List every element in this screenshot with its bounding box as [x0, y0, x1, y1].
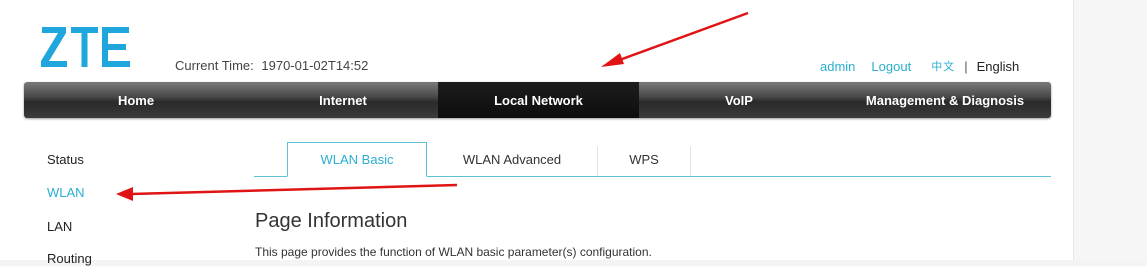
main-nav: Home Internet Local Network VoIP Managem…: [24, 82, 1051, 118]
sidebar-item-status[interactable]: Status: [47, 152, 84, 167]
logout-link[interactable]: Logout: [871, 59, 911, 74]
nav-local-network[interactable]: Local Network: [438, 82, 639, 118]
page-description: This page provides the function of WLAN …: [255, 245, 652, 259]
top-links: admin Logout 中文 | English: [820, 58, 1019, 74]
tab-wlan-advanced[interactable]: WLAN Advanced: [427, 142, 597, 177]
admin-user-link[interactable]: admin: [820, 59, 855, 74]
language-separator: |: [964, 58, 968, 74]
zte-logo: [40, 24, 132, 75]
language-english-link[interactable]: English: [977, 59, 1020, 74]
right-gutter: [1073, 0, 1147, 260]
nav-internet[interactable]: Internet: [248, 82, 438, 118]
language-chinese-link[interactable]: 中文: [931, 58, 955, 74]
sidebar-item-routing[interactable]: Routing: [47, 251, 92, 266]
current-time-value: 1970-01-02T14:52: [261, 58, 369, 73]
nav-management-diagnosis[interactable]: Management & Diagnosis: [839, 82, 1051, 118]
tab-divider: [690, 146, 691, 176]
router-admin-page: Current Time: 1970-01-02T14:52 admin Log…: [0, 0, 1073, 266]
current-time-label: Current Time:: [175, 58, 254, 73]
sidebar-item-lan[interactable]: LAN: [47, 219, 72, 234]
sidebar-item-wlan[interactable]: WLAN: [47, 185, 85, 200]
nav-voip[interactable]: VoIP: [639, 82, 839, 118]
page-title: Page Information: [255, 210, 408, 232]
current-time: Current Time: 1970-01-02T14:52: [175, 58, 368, 73]
tab-wps[interactable]: WPS: [598, 142, 690, 177]
tab-wlan-basic[interactable]: WLAN Basic: [287, 142, 427, 177]
zte-logo-mark: [41, 27, 130, 67]
nav-home[interactable]: Home: [24, 82, 248, 118]
